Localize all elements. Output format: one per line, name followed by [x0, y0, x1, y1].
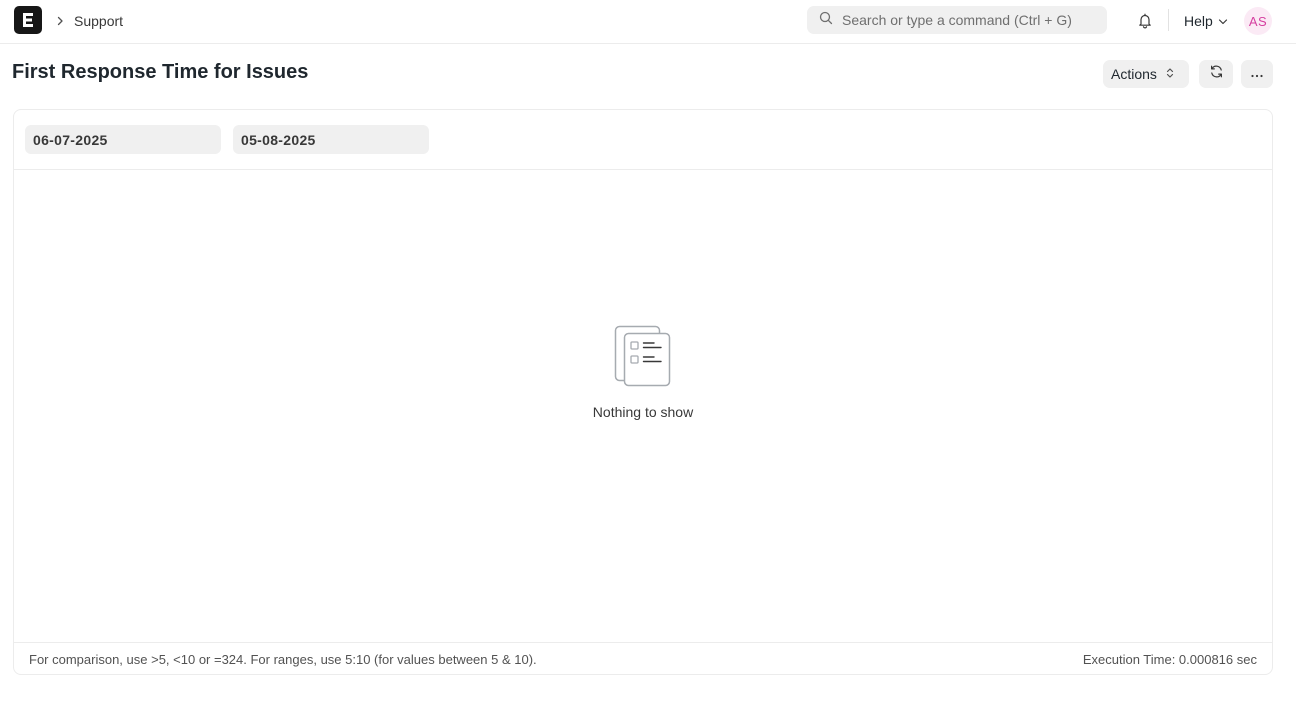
- navbar: Support Help AS: [0, 0, 1296, 44]
- actions-label: Actions: [1111, 66, 1157, 82]
- more-horizontal-icon: [1250, 65, 1264, 83]
- empty-list-icon: [614, 325, 672, 389]
- to-date-field[interactable]: [233, 125, 429, 154]
- chevron-down-icon: [1218, 13, 1228, 29]
- sort-icon: [1166, 66, 1174, 82]
- search-bar[interactable]: [807, 6, 1107, 34]
- page-title: First Response Time for Issues: [12, 61, 309, 83]
- more-options-button[interactable]: [1241, 60, 1273, 88]
- navbar-divider: [1168, 9, 1169, 31]
- report-footer: For comparison, use >5, <10 or =324. For…: [14, 642, 1272, 675]
- execution-time: Execution Time: 0.000816 sec: [1082, 652, 1257, 667]
- breadcrumb: Support: [56, 11, 123, 31]
- app-logo-icon[interactable]: [14, 6, 42, 34]
- filter-bar: [14, 110, 1272, 170]
- search-input[interactable]: [842, 12, 1102, 28]
- chevron-right-icon: [56, 11, 66, 31]
- from-date-field[interactable]: [25, 125, 221, 154]
- report-card: Nothing to show For comparison, use >5, …: [13, 109, 1273, 675]
- help-label: Help: [1184, 13, 1213, 29]
- search-icon: [819, 11, 833, 30]
- empty-state: Nothing to show: [14, 170, 1272, 642]
- refresh-button[interactable]: [1199, 60, 1233, 88]
- breadcrumb-support-link[interactable]: Support: [74, 13, 123, 29]
- refresh-icon: [1209, 64, 1224, 84]
- bell-icon[interactable]: [1135, 10, 1155, 30]
- actions-button[interactable]: Actions: [1103, 60, 1189, 88]
- avatar[interactable]: AS: [1244, 7, 1272, 35]
- empty-state-message: Nothing to show: [592, 404, 694, 420]
- filter-hint-text: For comparison, use >5, <10 or =324. For…: [29, 652, 537, 667]
- help-dropdown[interactable]: Help: [1184, 11, 1228, 31]
